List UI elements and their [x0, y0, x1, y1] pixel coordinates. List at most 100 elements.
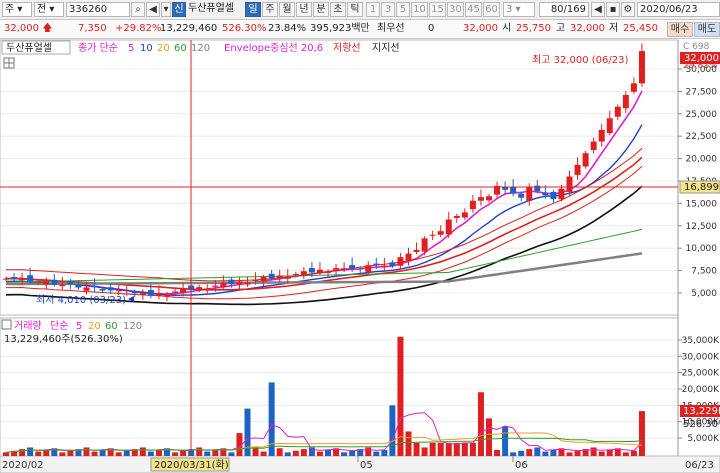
period-day[interactable]: 일	[245, 2, 261, 17]
volume-bar	[180, 450, 187, 456]
volume-bar	[196, 447, 203, 456]
volume-bar	[204, 451, 211, 456]
volume-bar	[389, 405, 396, 456]
candle-body	[139, 293, 146, 295]
volume-bar	[542, 451, 549, 456]
scroll-left-icon[interactable]: ◀	[591, 2, 605, 17]
candle-body	[268, 273, 275, 279]
current-price-tag-text: 32,000	[684, 53, 719, 64]
time-label-end: 06/23	[685, 460, 714, 471]
volume-bar	[91, 451, 98, 456]
price-axis-label: 10,000	[686, 244, 718, 254]
volume-bar	[365, 447, 372, 456]
volume-bar	[413, 442, 420, 456]
settings-icon[interactable]: ⚙	[621, 2, 635, 17]
volume-bar	[381, 449, 388, 456]
candle-body	[43, 281, 50, 285]
volume-bar	[437, 442, 444, 456]
prev-select[interactable]: 전 ▾	[34, 2, 64, 17]
price-axis-label: 5,000	[691, 289, 717, 299]
price-axis-label: 25,000	[686, 110, 718, 120]
turnover-rate: 23.84%	[268, 23, 307, 34]
candle-body	[421, 238, 428, 252]
period-year[interactable]: 년	[296, 2, 312, 17]
candle-body	[437, 231, 444, 235]
speaker-icon[interactable]: ◀	[146, 2, 160, 17]
volume-bar	[486, 418, 492, 456]
price-axis-label: 27,500	[686, 87, 718, 97]
quote-bar: 32,000 🡅 7,350 +29.82% 13,229,460 526.30…	[0, 20, 720, 39]
candle-body	[630, 83, 637, 92]
interval-select[interactable]: 3 ▾	[503, 2, 535, 17]
volume-bar	[172, 452, 179, 456]
interval-3[interactable]: 3	[381, 2, 395, 17]
volume-bar	[494, 449, 501, 456]
candle-body	[461, 212, 468, 218]
interval-45[interactable]: 45	[465, 2, 482, 17]
interval-current: 3	[506, 4, 513, 15]
save-icon[interactable]: ▪	[606, 2, 620, 17]
market-select[interactable]: 주 ▾	[2, 2, 32, 17]
date-field[interactable]: 2020/06/23	[637, 2, 720, 17]
candle-body	[83, 287, 90, 291]
code-input[interactable]: 336260	[66, 2, 130, 17]
volume-bar	[260, 451, 267, 456]
candle-body	[550, 191, 557, 200]
volume-axis-label: 25,000K	[682, 369, 720, 379]
volume-bar	[300, 449, 307, 456]
interval-5[interactable]: 5	[396, 2, 410, 17]
volume-bar	[566, 452, 573, 456]
time-label-may: 05	[360, 460, 373, 471]
candle-body	[341, 268, 348, 270]
interval-15[interactable]: 15	[429, 2, 446, 17]
candle-body	[27, 275, 34, 282]
trade-amount: 395,923백만	[310, 23, 370, 34]
search-icon[interactable]: ⌕	[131, 2, 145, 17]
dropdown-icon[interactable]: ▾	[161, 2, 171, 17]
period-tick[interactable]: 틱	[347, 2, 363, 17]
volume-bar	[155, 449, 162, 456]
period-minute[interactable]: 분	[313, 2, 329, 17]
interval-10[interactable]: 10	[411, 2, 428, 17]
price-axis-label: 22,500	[686, 132, 718, 142]
toolbar: 주 ▾ 전 ▾ 336260 ⌕ ◀ ▾ 신 두산퓨얼셀 일 주 월 년 분 초…	[0, 0, 720, 20]
candle-body	[300, 271, 307, 276]
candle-body	[582, 153, 589, 167]
candle-body	[147, 290, 154, 296]
interval-60[interactable]: 60	[483, 2, 500, 17]
volume-legend-v60: 60	[105, 321, 118, 332]
candle-body	[276, 275, 283, 279]
volume-axis-label: 35,000K	[682, 336, 720, 346]
interval-1[interactable]: 1	[366, 2, 380, 17]
period-month[interactable]: 월	[279, 2, 295, 17]
candle-body	[333, 268, 340, 270]
period-week[interactable]: 주	[262, 2, 278, 17]
candle-body	[99, 288, 106, 291]
sell-button[interactable]: 매도	[694, 22, 720, 37]
candle-body	[35, 281, 42, 283]
volume-legend-v20: 20	[88, 321, 101, 332]
interval-30[interactable]: 30	[447, 2, 464, 17]
candle-body	[349, 265, 356, 269]
count-field[interactable]: 80/169	[539, 2, 589, 17]
candle-body	[622, 94, 629, 109]
crosshair-price-tag-text: 16,899	[684, 182, 719, 193]
volume-bar	[638, 411, 645, 456]
volume-bar	[421, 447, 428, 456]
candle-body	[397, 257, 404, 266]
volume-bar	[316, 451, 323, 456]
new-listing-badge: 신	[172, 2, 186, 17]
legend-ma120: 120	[191, 43, 210, 54]
period-second[interactable]: 초	[330, 2, 346, 17]
buy-button[interactable]: 매수	[667, 22, 693, 37]
stock-chart[interactable]: 30,00027,50025,00022,50020,00017,50015,0…	[0, 39, 720, 473]
low-value: 25,450	[623, 23, 658, 34]
candle-body	[75, 284, 82, 288]
volume-bar	[67, 450, 74, 456]
candle-body	[429, 234, 436, 236]
best-bid-label: 최우선	[377, 23, 405, 34]
volume-toggle-icon[interactable]	[1, 319, 12, 330]
volume-bar	[445, 442, 452, 456]
legend-ma-label: 종가 단순	[78, 42, 118, 54]
volume-bar	[534, 447, 541, 456]
